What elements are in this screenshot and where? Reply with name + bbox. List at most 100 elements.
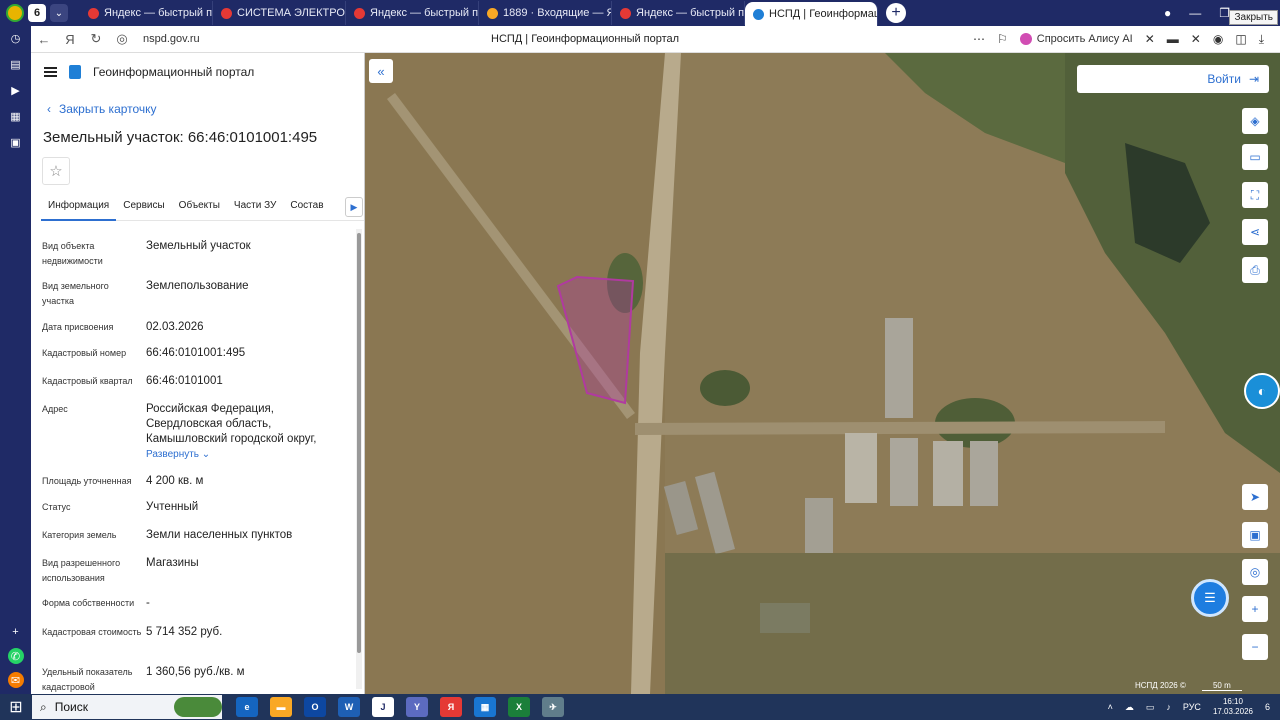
volume-icon[interactable]: ♪ [1166, 702, 1171, 712]
browser-tab-active[interactable]: НСПД | Геоинформацио✕ [745, 2, 878, 26]
map-view[interactable]: « Войти ⇥ ◈ ▭ ⛶ ⋖ ⎙ ◐ ➤ ▣ ◎ + − ☰ НСПД 20… [365, 53, 1280, 694]
tab-services[interactable]: Сервисы [116, 193, 171, 219]
extension-icon[interactable]: ▬ [1167, 32, 1179, 46]
tab-composition[interactable]: Состав [283, 193, 330, 219]
browser-tab[interactable]: Яндекс — быстрый поиск [346, 1, 479, 25]
chevron-up-icon[interactable]: ˄ [1108, 702, 1113, 712]
edge-icon[interactable]: e [236, 697, 258, 717]
back-icon[interactable]: ← [31, 32, 57, 47]
screenshot-icon[interactable]: ▣ [8, 134, 24, 150]
chevron-down-icon: ⌄ [201, 449, 211, 460]
login-button[interactable]: Войти ⇥ [1077, 65, 1269, 93]
app-icon[interactable]: J [372, 697, 394, 717]
panel-header: Геоинформационный портал [31, 53, 364, 91]
yandex-browser-icon[interactable]: Y [406, 697, 428, 717]
property-value: 1 360,56 руб./кв. м [146, 666, 245, 678]
bookmark-icon[interactable]: ⚐ [997, 32, 1008, 46]
tab-objects[interactable]: Объекты [172, 193, 227, 219]
print-button[interactable]: ⎙ [1242, 257, 1268, 283]
maximize-icon[interactable]: ❐ [1219, 6, 1230, 20]
chat-button[interactable]: ☰ [1191, 579, 1229, 617]
close-card-link[interactable]: ‹ Закрыть карточку [47, 102, 157, 116]
share-button[interactable]: ⋖ [1242, 219, 1268, 245]
browser-tab[interactable]: СИСТЕМА ЭЛЕКТРОННО [213, 1, 346, 25]
store-icon[interactable]: ▦ [474, 697, 496, 717]
property-value[interactable]: 66:46:0101001:495 [146, 346, 346, 361]
cloud-icon[interactable]: ☁ [1125, 702, 1134, 713]
add-icon[interactable]: + [8, 624, 24, 640]
outlook-icon[interactable]: O [304, 697, 326, 717]
collapse-panel-button[interactable]: « [369, 59, 393, 83]
address-value-wrap: Российская Федерация, Свердловская облас… [146, 402, 346, 462]
property-label: Дата присвоения [42, 322, 114, 332]
zoom-out-button[interactable]: − [1242, 634, 1268, 660]
notifications-badge[interactable]: 6 [1265, 702, 1270, 712]
download-icon[interactable]: ⤓ [1259, 32, 1264, 47]
yandex-logo-icon[interactable]: Я [57, 32, 83, 47]
expand-link[interactable]: Развернуть ⌄ [146, 447, 346, 462]
reload-icon[interactable]: ↻ [83, 31, 109, 47]
layers-button[interactable]: ◈ [1242, 108, 1268, 134]
ruler-icon: ▭ [1249, 150, 1261, 164]
minimap-button[interactable]: ▣ [1242, 522, 1268, 548]
browser-tab[interactable]: 1889 · Входящие — Янде [479, 1, 612, 25]
taskbar-search[interactable]: ⌕ Поиск [32, 695, 222, 719]
site-info-icon[interactable]: ◎ [109, 31, 135, 47]
more-icon[interactable]: ⋯ [973, 32, 985, 46]
nspd-widget-icon[interactable]: ◐ [1244, 373, 1280, 409]
property-label: Вид объекта недвижимости [42, 241, 103, 266]
alice-button[interactable]: Спросить Алису AI [1019, 33, 1133, 45]
property-value[interactable]: 66:46:0101001 [146, 374, 346, 389]
collections-icon[interactable]: ▤ [8, 56, 24, 72]
network-icon[interactable]: ▭ [1146, 702, 1155, 713]
browser-tab[interactable]: Яндекс — быстрый поиск [612, 1, 745, 25]
zoom-in-button[interactable]: + [1242, 596, 1268, 622]
tab-info[interactable]: Информация [41, 193, 117, 221]
chevron-down-icon[interactable]: ⌄ [50, 4, 68, 22]
language-indicator[interactable]: РУС [1183, 702, 1201, 712]
favorite-button[interactable]: ☆ [42, 157, 70, 185]
ruler-button[interactable]: ▭ [1242, 144, 1268, 170]
mail-app-icon[interactable]: ✉ [7, 672, 24, 688]
file-explorer-icon[interactable]: ▬ [270, 697, 292, 717]
yandex-icon[interactable]: Я [440, 697, 462, 717]
play-icon[interactable]: ▶ [8, 82, 24, 98]
locate-button[interactable]: ➤ [1242, 484, 1268, 510]
profile-icon[interactable]: ● [1164, 6, 1171, 20]
minimize-icon[interactable]: — [1189, 6, 1201, 20]
extension-icon[interactable]: ◫ [1235, 32, 1246, 46]
whatsapp-icon[interactable]: ✆ [7, 648, 24, 664]
app-logo-icon[interactable] [6, 4, 24, 22]
double-chevron-left-icon: « [377, 63, 385, 79]
site-icon [221, 7, 232, 19]
clock-time: 16:10 [1222, 697, 1243, 706]
address-bar: ← Я ↻ ◎ nspd.gov.ru НСПД | Геоинформацио… [31, 26, 1280, 53]
satellite-map[interactable] [365, 53, 1280, 694]
browser-tab[interactable]: Яндекс — быстрый поиск [80, 1, 213, 25]
mail-icon [487, 7, 498, 19]
menu-icon[interactable] [44, 67, 57, 77]
app-icon[interactable]: ✈ [542, 697, 564, 717]
tabs-scroll-right-icon[interactable]: ▶ [345, 197, 363, 217]
clock-icon[interactable]: ◷ [8, 30, 24, 46]
clock[interactable]: 16:10 17.03.2026 [1213, 697, 1253, 717]
tab-parts[interactable]: Части ЗУ [227, 193, 283, 219]
extension-icon[interactable]: ◉ [1213, 32, 1223, 46]
word-icon[interactable]: W [338, 697, 360, 717]
geolocation-button[interactable]: ◎ [1242, 559, 1268, 585]
page-title: НСПД | Геоинформационный портал [491, 33, 680, 45]
select-area-button[interactable]: ⛶ [1242, 182, 1268, 208]
property-value: Магазины [146, 557, 199, 569]
windows-start-icon[interactable]: ⊞ [0, 697, 32, 717]
scrollbar-thumb[interactable] [357, 233, 361, 653]
url-field[interactable]: nspd.gov.ru [143, 33, 200, 45]
new-tab-button[interactable]: + [886, 3, 906, 23]
alice-label: Спросить Алису AI [1036, 33, 1133, 45]
extension-icon[interactable]: ✕ [1145, 32, 1155, 46]
panel-scrollbar[interactable] [356, 229, 362, 689]
map-scale: 50 m [1201, 681, 1242, 691]
tab-count-badge[interactable]: 6 [28, 4, 46, 22]
calendar-icon[interactable]: ▦ [8, 108, 24, 124]
extension-icon[interactable]: ✕ [1191, 32, 1201, 46]
excel-icon[interactable]: X [508, 697, 530, 717]
